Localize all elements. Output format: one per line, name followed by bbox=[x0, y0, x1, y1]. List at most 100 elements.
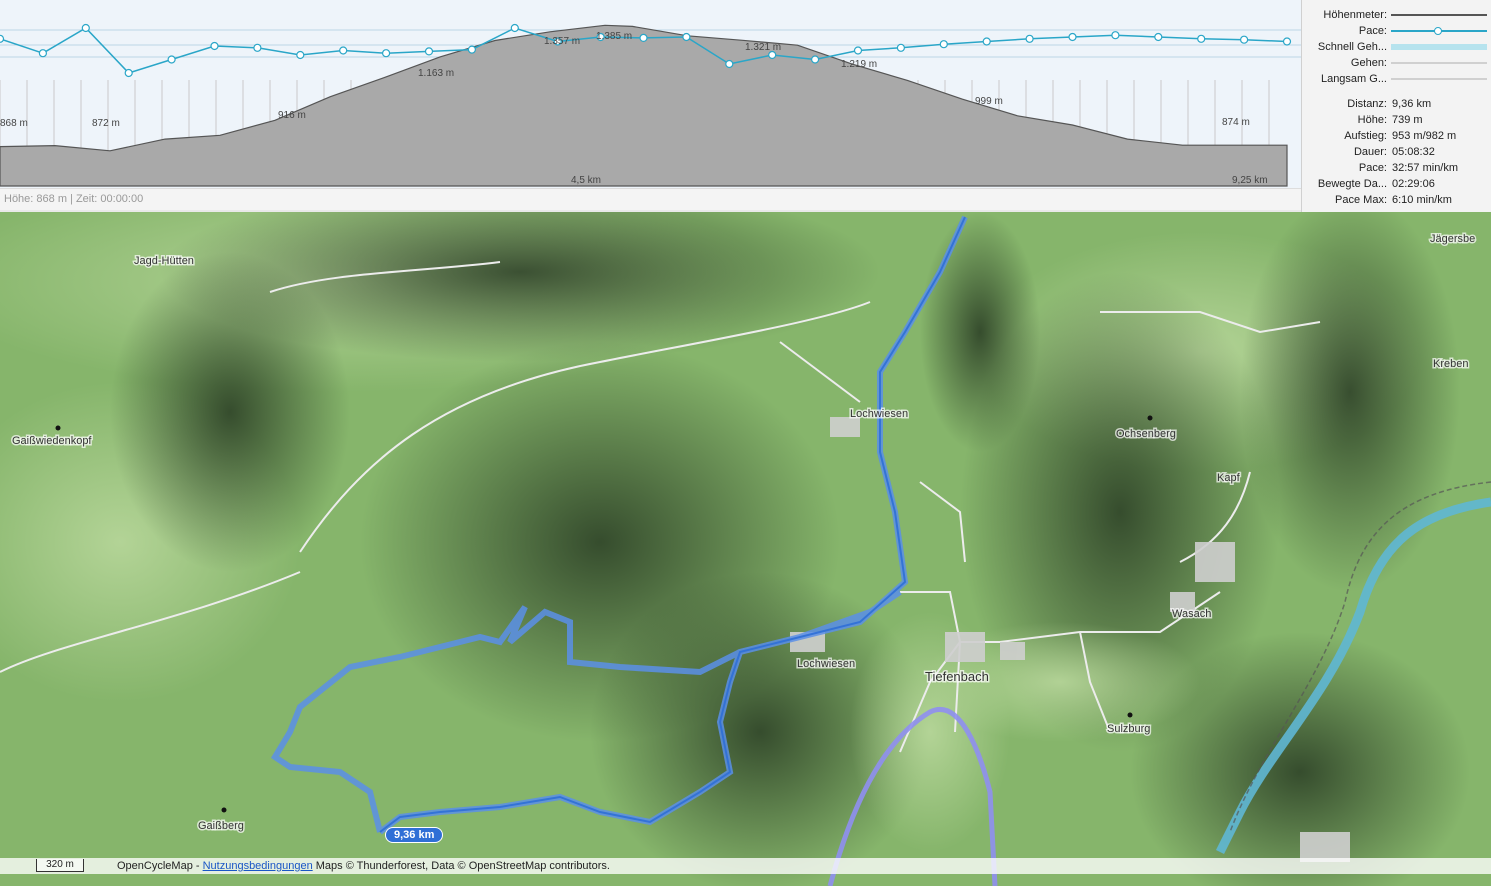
profile-label: 916 m bbox=[278, 110, 306, 121]
map-svg: Jagd-Hütten Gaißwiedenkopf Lochwiesen Ochse… bbox=[0, 212, 1491, 886]
legend-label: Gehen: bbox=[1350, 57, 1387, 69]
stat-label: Dauer: bbox=[1353, 146, 1387, 158]
stat-label: Aufstieg: bbox=[1344, 130, 1387, 142]
attribution-prefix: OpenCycleMap - bbox=[117, 860, 203, 872]
elevation-area bbox=[0, 24, 1288, 187]
profile-label: 868 m bbox=[0, 118, 28, 129]
legend-label: Höhenmeter: bbox=[1323, 9, 1387, 21]
pace-marker bbox=[167, 55, 176, 64]
terms-link[interactable]: Nutzungsbedingungen bbox=[203, 860, 313, 872]
place-label: Kreben bbox=[1433, 358, 1468, 370]
legend-swatch bbox=[1391, 62, 1487, 64]
pace-marker bbox=[939, 40, 948, 49]
stat-label: Distanz: bbox=[1347, 98, 1387, 110]
legend-item: Pace: bbox=[1302, 23, 1490, 39]
legend-label: Schnell Geh... bbox=[1317, 41, 1387, 53]
attribution-bar: 320 m OpenCycleMap - Nutzungsbedingungen… bbox=[0, 858, 1491, 874]
legend-swatch bbox=[1391, 44, 1487, 50]
pace-marker bbox=[210, 41, 219, 51]
stat-row: Aufstieg: 953 m/982 m bbox=[1302, 128, 1490, 144]
profile-label: 1.357 m bbox=[544, 36, 580, 47]
profile-label: 1.385 m bbox=[596, 31, 632, 42]
pace-marker bbox=[1025, 34, 1034, 43]
pace-marker bbox=[1111, 31, 1120, 40]
profile-label: 872 m bbox=[92, 118, 120, 129]
attribution-suffix: Maps © Thunderforest, Data © OpenStreetM… bbox=[312, 860, 610, 872]
pace-marker bbox=[639, 33, 648, 43]
pace-marker bbox=[424, 47, 434, 56]
legend-item: Höhenmeter: bbox=[1302, 7, 1490, 23]
stat-row: Bewegte Da... 02:29:06 bbox=[1302, 176, 1490, 192]
pace-marker bbox=[810, 55, 820, 64]
place-label: Tiefenbach bbox=[925, 669, 989, 684]
map-view[interactable]: Jagd-Hütten Gaißwiedenkopf Lochwiesen Ochse… bbox=[0, 212, 1491, 886]
place-label: Kapf bbox=[1217, 472, 1241, 484]
stat-value: 739 m bbox=[1392, 114, 1423, 126]
stat-value: 6:10 min/km bbox=[1392, 194, 1452, 206]
pace-marker bbox=[0, 34, 5, 43]
scale-bar: 320 m bbox=[36, 859, 84, 872]
legend-label: Pace: bbox=[1358, 25, 1387, 37]
legend-pace-marker bbox=[1434, 27, 1442, 35]
place-label: Jägersbe bbox=[1430, 233, 1475, 245]
place-label: Lochwiesen bbox=[850, 408, 908, 420]
stat-label: Bewegte Da... bbox=[1317, 178, 1387, 190]
stat-row: Pace Max: 6:10 min/km bbox=[1302, 192, 1490, 208]
pace-marker bbox=[1239, 35, 1249, 44]
stat-value: 9,36 km bbox=[1392, 98, 1432, 110]
distance-badge: 9,36 km bbox=[385, 827, 444, 843]
place-label: Lochwiesen bbox=[797, 658, 855, 670]
pace-marker bbox=[1154, 32, 1163, 42]
status-bar: Höhe: 868 m | Zeit: 00:00:00 bbox=[0, 188, 1301, 210]
pace-marker bbox=[1197, 34, 1206, 43]
place-label: Jagd-Hütten bbox=[134, 255, 194, 267]
pace-marker bbox=[896, 43, 906, 52]
pace-marker bbox=[124, 68, 133, 78]
stat-value: 02:29:06 bbox=[1392, 178, 1435, 190]
profile-label: 1.219 m bbox=[841, 59, 877, 70]
pace-marker bbox=[725, 59, 734, 69]
pace-marker bbox=[682, 32, 691, 42]
legend-swatch bbox=[1391, 14, 1487, 16]
pace-marker bbox=[296, 50, 305, 60]
stat-row: Distanz: 9,36 km bbox=[1302, 96, 1490, 112]
attribution-text: OpenCycleMap - Nutzungsbedingungen Maps … bbox=[117, 858, 610, 874]
place-label: Wasach bbox=[1172, 608, 1211, 620]
stat-row: Dauer: 05:08:32 bbox=[1302, 144, 1490, 160]
stat-value: 32:57 min/km bbox=[1392, 162, 1459, 174]
legend-item: Schnell Geh... bbox=[1302, 39, 1490, 55]
stat-row: Pace: 32:57 min/km bbox=[1302, 160, 1490, 176]
stats-panel: Höhenmeter: Pace: Schnell Geh... Gehen: Lang… bbox=[1301, 0, 1491, 212]
place-label: Gaißwiedenkopf bbox=[12, 435, 92, 447]
pace-marker bbox=[853, 46, 863, 55]
pace-marker bbox=[1282, 37, 1292, 46]
pace-marker bbox=[382, 49, 391, 58]
place-label: Sulzburg bbox=[1107, 723, 1150, 735]
legend-item: Langsam G... bbox=[1302, 71, 1490, 87]
stat-value: 05:08:32 bbox=[1392, 146, 1435, 158]
distance-tick-label: 9,25 km bbox=[1232, 175, 1268, 186]
pace-marker bbox=[467, 45, 476, 54]
stat-value: 953 m/982 m bbox=[1392, 130, 1457, 142]
pace-marker bbox=[510, 23, 519, 33]
pace-marker bbox=[38, 49, 48, 58]
pace-marker bbox=[982, 37, 991, 46]
pace-marker bbox=[339, 46, 348, 55]
elevation-profile-chart[interactable]: 868 m 872 m 916 m 1.163 m 1.357 m 1.385 m 1.32… bbox=[0, 0, 1301, 188]
place-label: Gaißberg bbox=[198, 820, 244, 832]
elevation-profile-svg: 868 m 872 m 916 m 1.163 m 1.357 m 1.385 m 1.32… bbox=[0, 23, 1301, 187]
legend-swatch bbox=[1391, 78, 1487, 80]
legend-item: Gehen: bbox=[1302, 55, 1490, 71]
profile-label: 1.163 m bbox=[418, 68, 454, 79]
profile-label: 1.321 m bbox=[745, 42, 781, 53]
place-label: Ochsenberg bbox=[1116, 428, 1176, 440]
pace-marker bbox=[81, 23, 90, 33]
pace-marker bbox=[1068, 32, 1077, 42]
legend-label: Langsam G... bbox=[1320, 73, 1387, 85]
stat-label: Höhe: bbox=[1357, 114, 1387, 126]
distance-tick-label: 4,5 km bbox=[571, 175, 601, 186]
stat-row: Höhe: 739 m bbox=[1302, 112, 1490, 128]
pace-marker bbox=[253, 43, 262, 52]
profile-label: 999 m bbox=[975, 96, 1003, 107]
stat-label: Pace Max: bbox=[1335, 194, 1387, 206]
